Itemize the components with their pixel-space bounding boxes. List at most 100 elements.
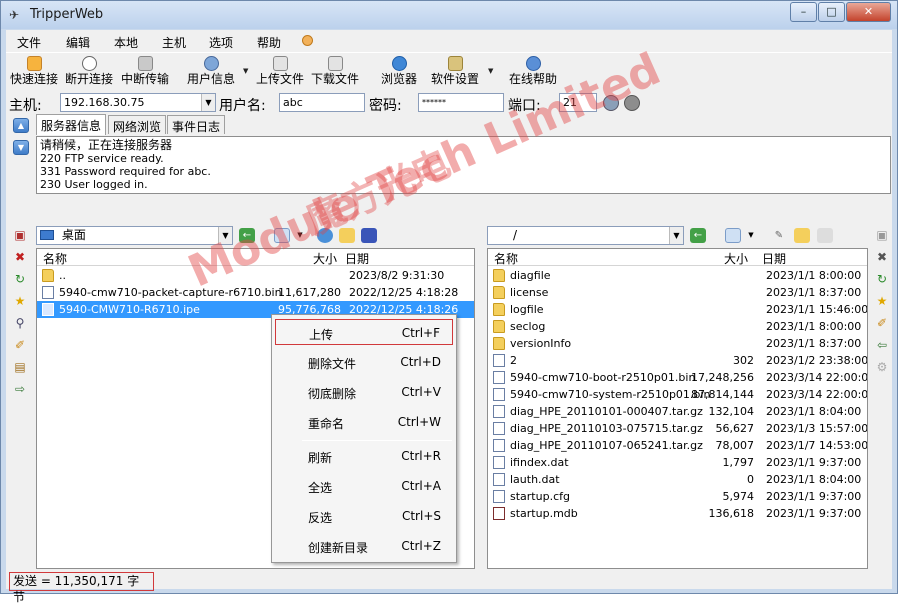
- view-dropdown-icon[interactable]: ▼: [743, 228, 759, 243]
- user-info-dropdown-icon[interactable]: ▼: [243, 67, 248, 75]
- menu-file[interactable]: 文件: [17, 34, 41, 51]
- settings-dropdown-icon[interactable]: ▼: [488, 67, 493, 75]
- browser-button[interactable]: 浏览器: [381, 56, 417, 86]
- rename-icon[interactable]: ✎: [771, 228, 787, 243]
- close-button[interactable]: ✕: [846, 2, 891, 22]
- folder-row[interactable]: logfile 2023/1/1 15:46:00: [488, 301, 867, 318]
- refresh-icon[interactable]: ↻: [875, 272, 889, 286]
- file-row[interactable]: 2 302 2023/1/2 23:38:00: [488, 352, 867, 369]
- host-combobox[interactable]: 192.168.30.75 ▼: [60, 93, 216, 112]
- file-row[interactable]: lauth.dat 0 2023/1/1 8:04:00: [488, 471, 867, 488]
- transfer-icon[interactable]: ⇦: [875, 338, 889, 352]
- menu-options[interactable]: 选项: [209, 34, 233, 51]
- menu-help[interactable]: 帮助: [257, 34, 281, 51]
- tab-server-info[interactable]: 服务器信息: [36, 114, 107, 135]
- collapse-up-icon[interactable]: ▲: [13, 118, 29, 133]
- tab-network-browse[interactable]: 网络浏览: [108, 115, 167, 134]
- disconnect-button[interactable]: 断开连接: [65, 56, 113, 86]
- column-size[interactable]: 大小: [724, 250, 748, 267]
- folder-row[interactable]: license 2023/1/1 8:37:00: [488, 284, 867, 301]
- settings-button[interactable]: 软件设置: [431, 56, 479, 86]
- properties-icon[interactable]: [817, 228, 833, 243]
- delete-icon[interactable]: ✖: [875, 250, 889, 264]
- chevron-down-icon[interactable]: ▼: [201, 94, 215, 111]
- up-level-icon[interactable]: ▣: [13, 228, 27, 242]
- view-mode-icon[interactable]: [274, 228, 290, 243]
- server-log[interactable]: 请稍候，正在连接服务器 220 FTP service ready. 331 P…: [36, 136, 891, 194]
- file-date: 2023/1/1 8:37:00: [766, 286, 862, 299]
- menu-edit[interactable]: 编辑: [66, 34, 90, 51]
- minimize-button[interactable]: –: [790, 2, 817, 22]
- file-name: diag_HPE_20110101-000407.tar.gz: [510, 405, 703, 418]
- file-row[interactable]: 5940-cmw710-packet-capture-r6710.bin 11,6…: [37, 284, 474, 301]
- port-field[interactable]: 21: [559, 93, 597, 112]
- column-date[interactable]: 日期: [762, 250, 786, 267]
- local-path-combobox[interactable]: 桌面 ▼: [36, 226, 233, 245]
- new-folder-icon[interactable]: ✐: [875, 316, 889, 330]
- remote-path-combobox[interactable]: / ▼: [487, 226, 684, 245]
- connect-icon[interactable]: [603, 95, 619, 111]
- file-row[interactable]: startup.mdb 136,618 2023/1/1 9:37:00: [488, 505, 867, 522]
- menu-new-directory[interactable]: 创建新目录 Ctrl+Z: [275, 533, 453, 559]
- gear-icon[interactable]: [624, 95, 640, 111]
- menu-host[interactable]: 主机: [162, 34, 186, 51]
- tab-event-log[interactable]: 事件日志: [167, 115, 226, 134]
- download-button[interactable]: 下载文件: [311, 56, 359, 86]
- file-row[interactable]: ifindex.dat 1,797 2023/1/1 9:37:00: [488, 454, 867, 471]
- open-folder-icon[interactable]: ▤: [13, 360, 27, 374]
- column-name[interactable]: 名称: [43, 250, 67, 267]
- file-row[interactable]: diag_HPE_20110107-065241.tar.gz 78,007 202…: [488, 437, 867, 454]
- up-level-icon[interactable]: ▣: [875, 228, 889, 242]
- remote-file-list[interactable]: 名称 大小 日期 diagfile 2023/1/1 8:00:00 license…: [487, 248, 868, 569]
- file-row[interactable]: 5940-cmw710-system-r2510p01.bin 87,814,14…: [488, 386, 867, 403]
- view-mode-icon[interactable]: [725, 228, 741, 243]
- maximize-button[interactable]: □: [818, 2, 845, 22]
- file-row[interactable]: diag_HPE_20110101-000407.tar.gz 132,104 20…: [488, 403, 867, 420]
- favorite-icon[interactable]: ★: [875, 294, 889, 308]
- folder-row[interactable]: diagfile 2023/1/1 8:00:00: [488, 267, 867, 284]
- chevron-down-icon[interactable]: ▼: [669, 227, 683, 244]
- back-icon[interactable]: ←: [690, 228, 706, 243]
- upload-button[interactable]: 上传文件: [256, 56, 304, 86]
- title-bar[interactable]: ✈ TripperWeb – □ ✕: [1, 1, 897, 29]
- password-field[interactable]: ******: [418, 93, 504, 112]
- user-field[interactable]: abc: [279, 93, 365, 112]
- folder-row[interactable]: seclog 2023/1/1 8:00:00: [488, 318, 867, 335]
- menu-select-all[interactable]: 全选 Ctrl+A: [275, 473, 453, 499]
- new-folder-icon[interactable]: [794, 228, 810, 243]
- view-dropdown-icon[interactable]: ▼: [292, 228, 308, 243]
- column-name[interactable]: 名称: [494, 250, 518, 267]
- online-help-button[interactable]: 在线帮助: [509, 56, 557, 86]
- menu-refresh[interactable]: 刷新 Ctrl+R: [275, 443, 453, 469]
- delete-icon[interactable]: ✖: [13, 250, 27, 264]
- abort-transfer-button[interactable]: 中断传输: [121, 56, 169, 86]
- file-row[interactable]: diag_HPE_20110103-075715.tar.gz 56,627 202…: [488, 420, 867, 437]
- folder-row[interactable]: versionInfo 2023/1/1 8:37:00: [488, 335, 867, 352]
- menu-rename[interactable]: 重命名 Ctrl+W: [275, 409, 453, 435]
- toolbar: 快速连接 断开连接 中断传输 用户信息 ▼ 上传文件 下载文件 浏览器 软件设置…: [6, 52, 892, 90]
- collapse-down-icon[interactable]: ▼: [13, 140, 29, 155]
- search-icon[interactable]: ⚲: [13, 316, 27, 330]
- menu-delete-file[interactable]: 删除文件 Ctrl+D: [275, 349, 453, 375]
- menu-permanent-delete[interactable]: 彻底删除 Ctrl+V: [275, 379, 453, 405]
- user-info-button[interactable]: 用户信息: [187, 56, 235, 86]
- menu-local[interactable]: 本地: [114, 34, 138, 51]
- folder-row[interactable]: .. 2023/8/2 9:31:30: [37, 267, 474, 284]
- refresh-icon[interactable]: ↻: [13, 272, 27, 286]
- favorite-icon[interactable]: ★: [13, 294, 27, 308]
- column-date[interactable]: 日期: [345, 250, 369, 267]
- file-row[interactable]: startup.cfg 5,974 2023/1/1 9:37:00: [488, 488, 867, 505]
- browser-icon[interactable]: [317, 228, 333, 243]
- transfer-icon[interactable]: ⇨: [13, 382, 27, 396]
- column-size[interactable]: 大小: [313, 250, 337, 267]
- new-folder-icon[interactable]: [339, 228, 355, 243]
- file-row[interactable]: 5940-cmw710-boot-r2510p01.bin 17,248,256 2…: [488, 369, 867, 386]
- properties-icon[interactable]: [361, 228, 377, 243]
- new-folder-icon[interactable]: ✐: [13, 338, 27, 352]
- quick-connect-button[interactable]: 快速连接: [10, 56, 58, 86]
- menu-invert-selection[interactable]: 反选 Ctrl+S: [275, 503, 453, 529]
- menu-upload[interactable]: 上传 Ctrl+F: [275, 319, 453, 345]
- chevron-down-icon[interactable]: ▼: [218, 227, 232, 244]
- back-icon[interactable]: ←: [239, 228, 255, 243]
- gear-icon[interactable]: ⚙: [875, 360, 889, 374]
